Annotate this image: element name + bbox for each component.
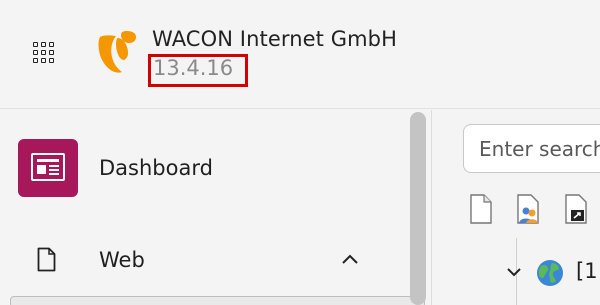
chevron-down-icon[interactable]: [506, 265, 522, 279]
globe-icon: [537, 260, 563, 286]
typo3-logo[interactable]: [96, 29, 138, 75]
dashboard-icon[interactable]: [18, 139, 78, 197]
sidebar-item-web[interactable]: Web: [99, 248, 145, 272]
topbar: [0, 0, 600, 109]
chevron-up-icon[interactable]: [340, 251, 360, 267]
sidebar-scrollbar[interactable]: [410, 112, 426, 305]
page-shortcut-icon[interactable]: [563, 193, 589, 225]
new-page-icon[interactable]: [468, 193, 494, 225]
page-tree-search-input[interactable]: [463, 124, 600, 173]
file-icon: [37, 247, 56, 272]
page-user-icon[interactable]: [515, 193, 541, 225]
sidebar-item-dashboard[interactable]: Dashboard: [99, 156, 213, 180]
sidebar-subitem-page[interactable]: [10, 296, 425, 305]
typo3-version: 13.4.16: [153, 56, 234, 80]
tree-root-node-label[interactable]: [1: [576, 259, 598, 283]
site-name: WACON Internet GmbH: [152, 27, 397, 51]
app-menu-grid-icon[interactable]: [26, 36, 64, 74]
